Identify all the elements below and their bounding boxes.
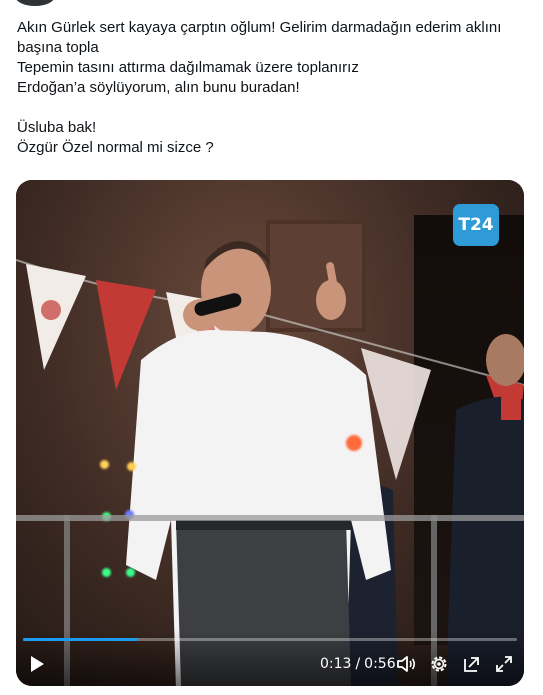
- tweet-line: Akın Gürlek sert kayaya çarptın oğlum! G…: [17, 19, 502, 36]
- settings-button[interactable]: [427, 652, 451, 676]
- tweet-line: Tepemin tasını attırma dağılmamak üzere …: [17, 59, 359, 76]
- avatar[interactable]: [15, 0, 55, 6]
- tweet-text: Akın Gürlek sert kayaya çarptın oğlum! G…: [17, 18, 532, 158]
- volume-icon: [397, 656, 416, 672]
- time-separator: /: [355, 656, 361, 672]
- fullscreen-icon: [496, 656, 512, 672]
- video-player[interactable]: T24 0:13/0:56: [16, 180, 524, 686]
- tweet-line: Üsluba bak!: [17, 119, 97, 136]
- video-frame: [16, 180, 524, 686]
- tweet-line: başına topla: [17, 39, 99, 56]
- volume-button[interactable]: [394, 652, 418, 676]
- fullscreen-button[interactable]: [492, 652, 516, 676]
- balcony-railing: [16, 515, 524, 521]
- speaker: [126, 241, 391, 686]
- play-icon: [31, 656, 44, 672]
- pop-out-icon: [464, 657, 479, 672]
- duration: 0:56: [364, 656, 396, 672]
- settings-icon: [431, 656, 447, 672]
- progress-bar[interactable]: [23, 638, 517, 641]
- time-display: 0:13/0:56: [320, 656, 396, 672]
- tweet-line: Özgür Özel normal mi sizce ?: [17, 139, 214, 156]
- channel-logo: T24: [453, 204, 499, 246]
- tweet-line: Erdoğan’a söylüyorum, alın bunu buradan!: [17, 79, 300, 96]
- pop-out-button[interactable]: [459, 652, 483, 676]
- play-button[interactable]: [25, 652, 49, 676]
- progress-fill: [23, 638, 138, 641]
- current-time: 0:13: [320, 656, 352, 672]
